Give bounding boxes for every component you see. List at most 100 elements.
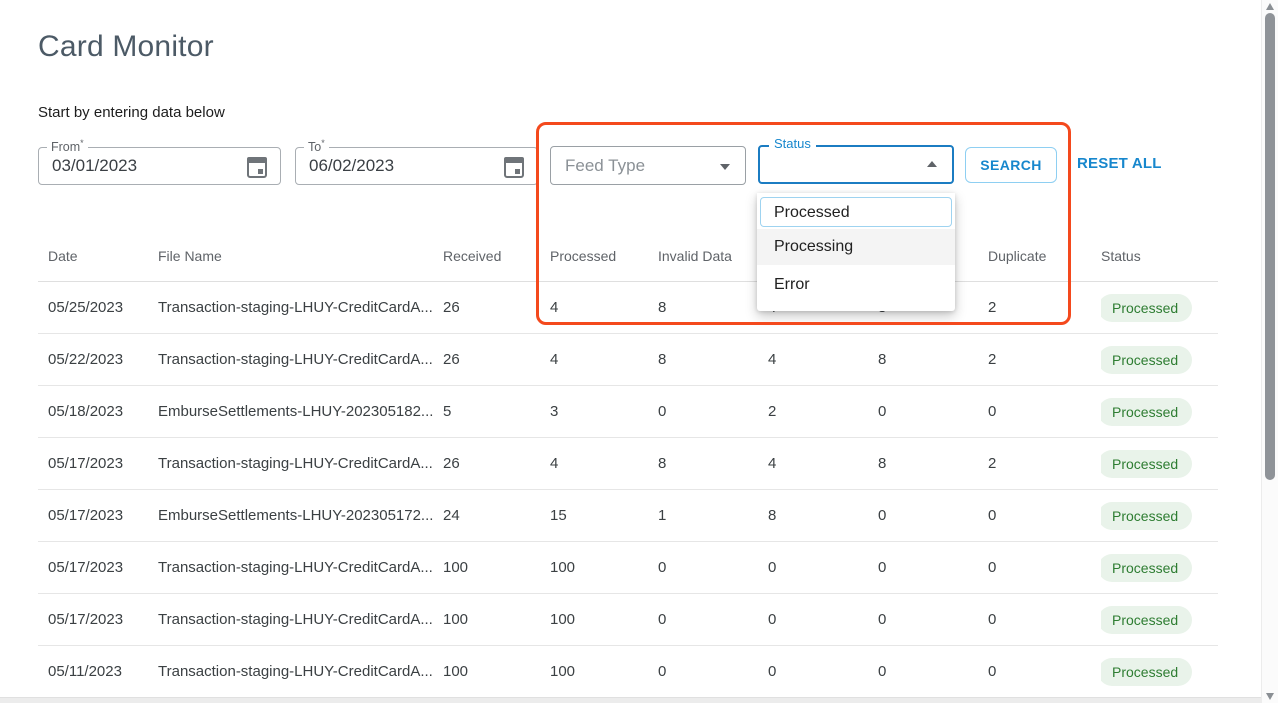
table-body: 05/25/2023 Transaction-staging-LHUY-Credi… (38, 282, 1218, 698)
table-row: 05/18/2023EmburseSettlements-LHUY-202305… (38, 386, 1218, 438)
dropdown-option-processing[interactable]: Processing (757, 229, 955, 265)
table-row: 05/17/2023Transaction-staging-LHUY-Credi… (38, 594, 1218, 646)
table-cell: 0 (658, 403, 768, 420)
table-cell: 100 (443, 611, 550, 628)
table-cell: 0 (988, 663, 1101, 680)
table-cell: 0 (658, 611, 768, 628)
table-cell: 8 (658, 299, 768, 316)
table-cell: 26 (443, 299, 550, 316)
table-cell: 0 (878, 403, 988, 420)
table-cell: 26 (443, 455, 550, 472)
vertical-scrollbar[interactable] (1261, 0, 1278, 703)
table-cell: 0 (768, 559, 878, 576)
chevron-up-icon (927, 161, 937, 167)
calendar-icon[interactable] (504, 157, 524, 178)
from-date-label: From* (47, 139, 88, 154)
calendar-icon[interactable] (247, 157, 267, 178)
table-cell: 4 (550, 351, 658, 368)
table-cell: 05/22/2023 (48, 351, 158, 368)
column-header: Duplicate (988, 248, 1101, 264)
table-cell: 0 (878, 663, 988, 680)
table-cell: Transaction-staging-LHUY-CreditCardA... (158, 455, 443, 472)
card-monitor-page: Card Monitor Start by entering data belo… (0, 0, 1278, 703)
table-cell: Processed (1101, 346, 1218, 374)
table-cell: 0 (878, 559, 988, 576)
table-cell: Processed (1101, 606, 1218, 634)
table-header-row: DateFile NameReceivedProcessedInvalid Da… (38, 230, 1218, 282)
reset-all-link[interactable]: RESET ALL (1077, 155, 1162, 172)
table-cell: 0 (878, 507, 988, 524)
column-header: Status (1101, 248, 1218, 264)
status-badge: Processed (1101, 450, 1192, 478)
status-badge: Processed (1101, 658, 1192, 686)
table-cell: 2 (768, 403, 878, 420)
table-cell: 05/25/2023 (48, 299, 158, 316)
status-badge: Processed (1101, 398, 1192, 426)
table-cell: 26 (443, 351, 550, 368)
table-cell: Processed (1101, 450, 1218, 478)
table-row: 05/17/2023Transaction-staging-LHUY-Credi… (38, 438, 1218, 490)
table-cell: 1 (658, 507, 768, 524)
table-cell: 2 (988, 351, 1101, 368)
table-cell: Transaction-staging-LHUY-CreditCardA... (158, 663, 443, 680)
column-header: File Name (158, 248, 443, 264)
table-cell: 100 (443, 559, 550, 576)
horizontal-scrollbar[interactable] (0, 697, 1261, 703)
table-cell: 0 (988, 611, 1101, 628)
status-label: Status (769, 137, 816, 150)
table-row: 05/25/2023Transaction-staging-LHUY-Credi… (38, 282, 1218, 334)
status-badge: Processed (1101, 606, 1192, 634)
chevron-down-icon (720, 164, 730, 170)
status-badge: Processed (1101, 346, 1192, 374)
from-date-field[interactable]: From* 03/01/2023 (38, 147, 281, 185)
table-cell: 05/18/2023 (48, 403, 158, 420)
table-cell: 2 (988, 455, 1101, 472)
status-select[interactable]: Status (758, 145, 954, 184)
table-cell: 05/17/2023 (48, 455, 158, 472)
page-title: Card Monitor (38, 30, 214, 64)
table-cell: 4 (550, 455, 658, 472)
table-cell: 8 (768, 507, 878, 524)
table-cell: 0 (768, 663, 878, 680)
table-cell: 0 (658, 559, 768, 576)
scroll-down-arrow-icon[interactable] (1266, 693, 1274, 700)
scrollbar-thumb[interactable] (1265, 13, 1275, 480)
table-cell: 0 (988, 507, 1101, 524)
table-cell: Transaction-staging-LHUY-CreditCardA... (158, 611, 443, 628)
table-cell: Processed (1101, 398, 1218, 426)
search-button[interactable]: SEARCH (965, 147, 1057, 183)
status-badge: Processed (1101, 294, 1192, 322)
table-cell: 8 (878, 455, 988, 472)
table-cell: 8 (878, 351, 988, 368)
table-cell: 0 (768, 611, 878, 628)
table-cell: 0 (658, 663, 768, 680)
dropdown-option-processed[interactable]: Processed (760, 197, 952, 227)
column-header: Invalid Data (658, 248, 768, 264)
table-cell: 3 (550, 403, 658, 420)
table-row: 05/17/2023Transaction-staging-LHUY-Credi… (38, 542, 1218, 594)
to-date-field[interactable]: To* 06/02/2023 (295, 147, 538, 185)
dropdown-option-error[interactable]: Error (757, 267, 955, 303)
table-cell: EmburseSettlements-LHUY-202305182... (158, 403, 443, 420)
feed-type-select[interactable]: Feed Type (550, 146, 746, 185)
status-badge: Processed (1101, 554, 1192, 582)
scroll-up-arrow-icon[interactable] (1266, 3, 1274, 10)
table-cell: Processed (1101, 658, 1218, 686)
table-cell: Transaction-staging-LHUY-CreditCardA... (158, 559, 443, 576)
table-cell: 0 (878, 611, 988, 628)
table-cell: 15 (550, 507, 658, 524)
table-cell: 8 (658, 351, 768, 368)
table-cell: EmburseSettlements-LHUY-202305172... (158, 507, 443, 524)
results-table: DateFile NameReceivedProcessedInvalid Da… (38, 230, 1218, 698)
status-badge: Processed (1101, 502, 1192, 530)
table-cell: 100 (550, 611, 658, 628)
table-cell: 0 (988, 403, 1101, 420)
table-cell: 24 (443, 507, 550, 524)
to-date-value[interactable]: 06/02/2023 (296, 148, 537, 184)
table-cell: 5 (443, 403, 550, 420)
table-cell: 4 (768, 351, 878, 368)
table-row: 05/22/2023Transaction-staging-LHUY-Credi… (38, 334, 1218, 386)
table-cell: Processed (1101, 294, 1218, 322)
table-row: 05/17/2023EmburseSettlements-LHUY-202305… (38, 490, 1218, 542)
column-header: Date (48, 248, 158, 264)
